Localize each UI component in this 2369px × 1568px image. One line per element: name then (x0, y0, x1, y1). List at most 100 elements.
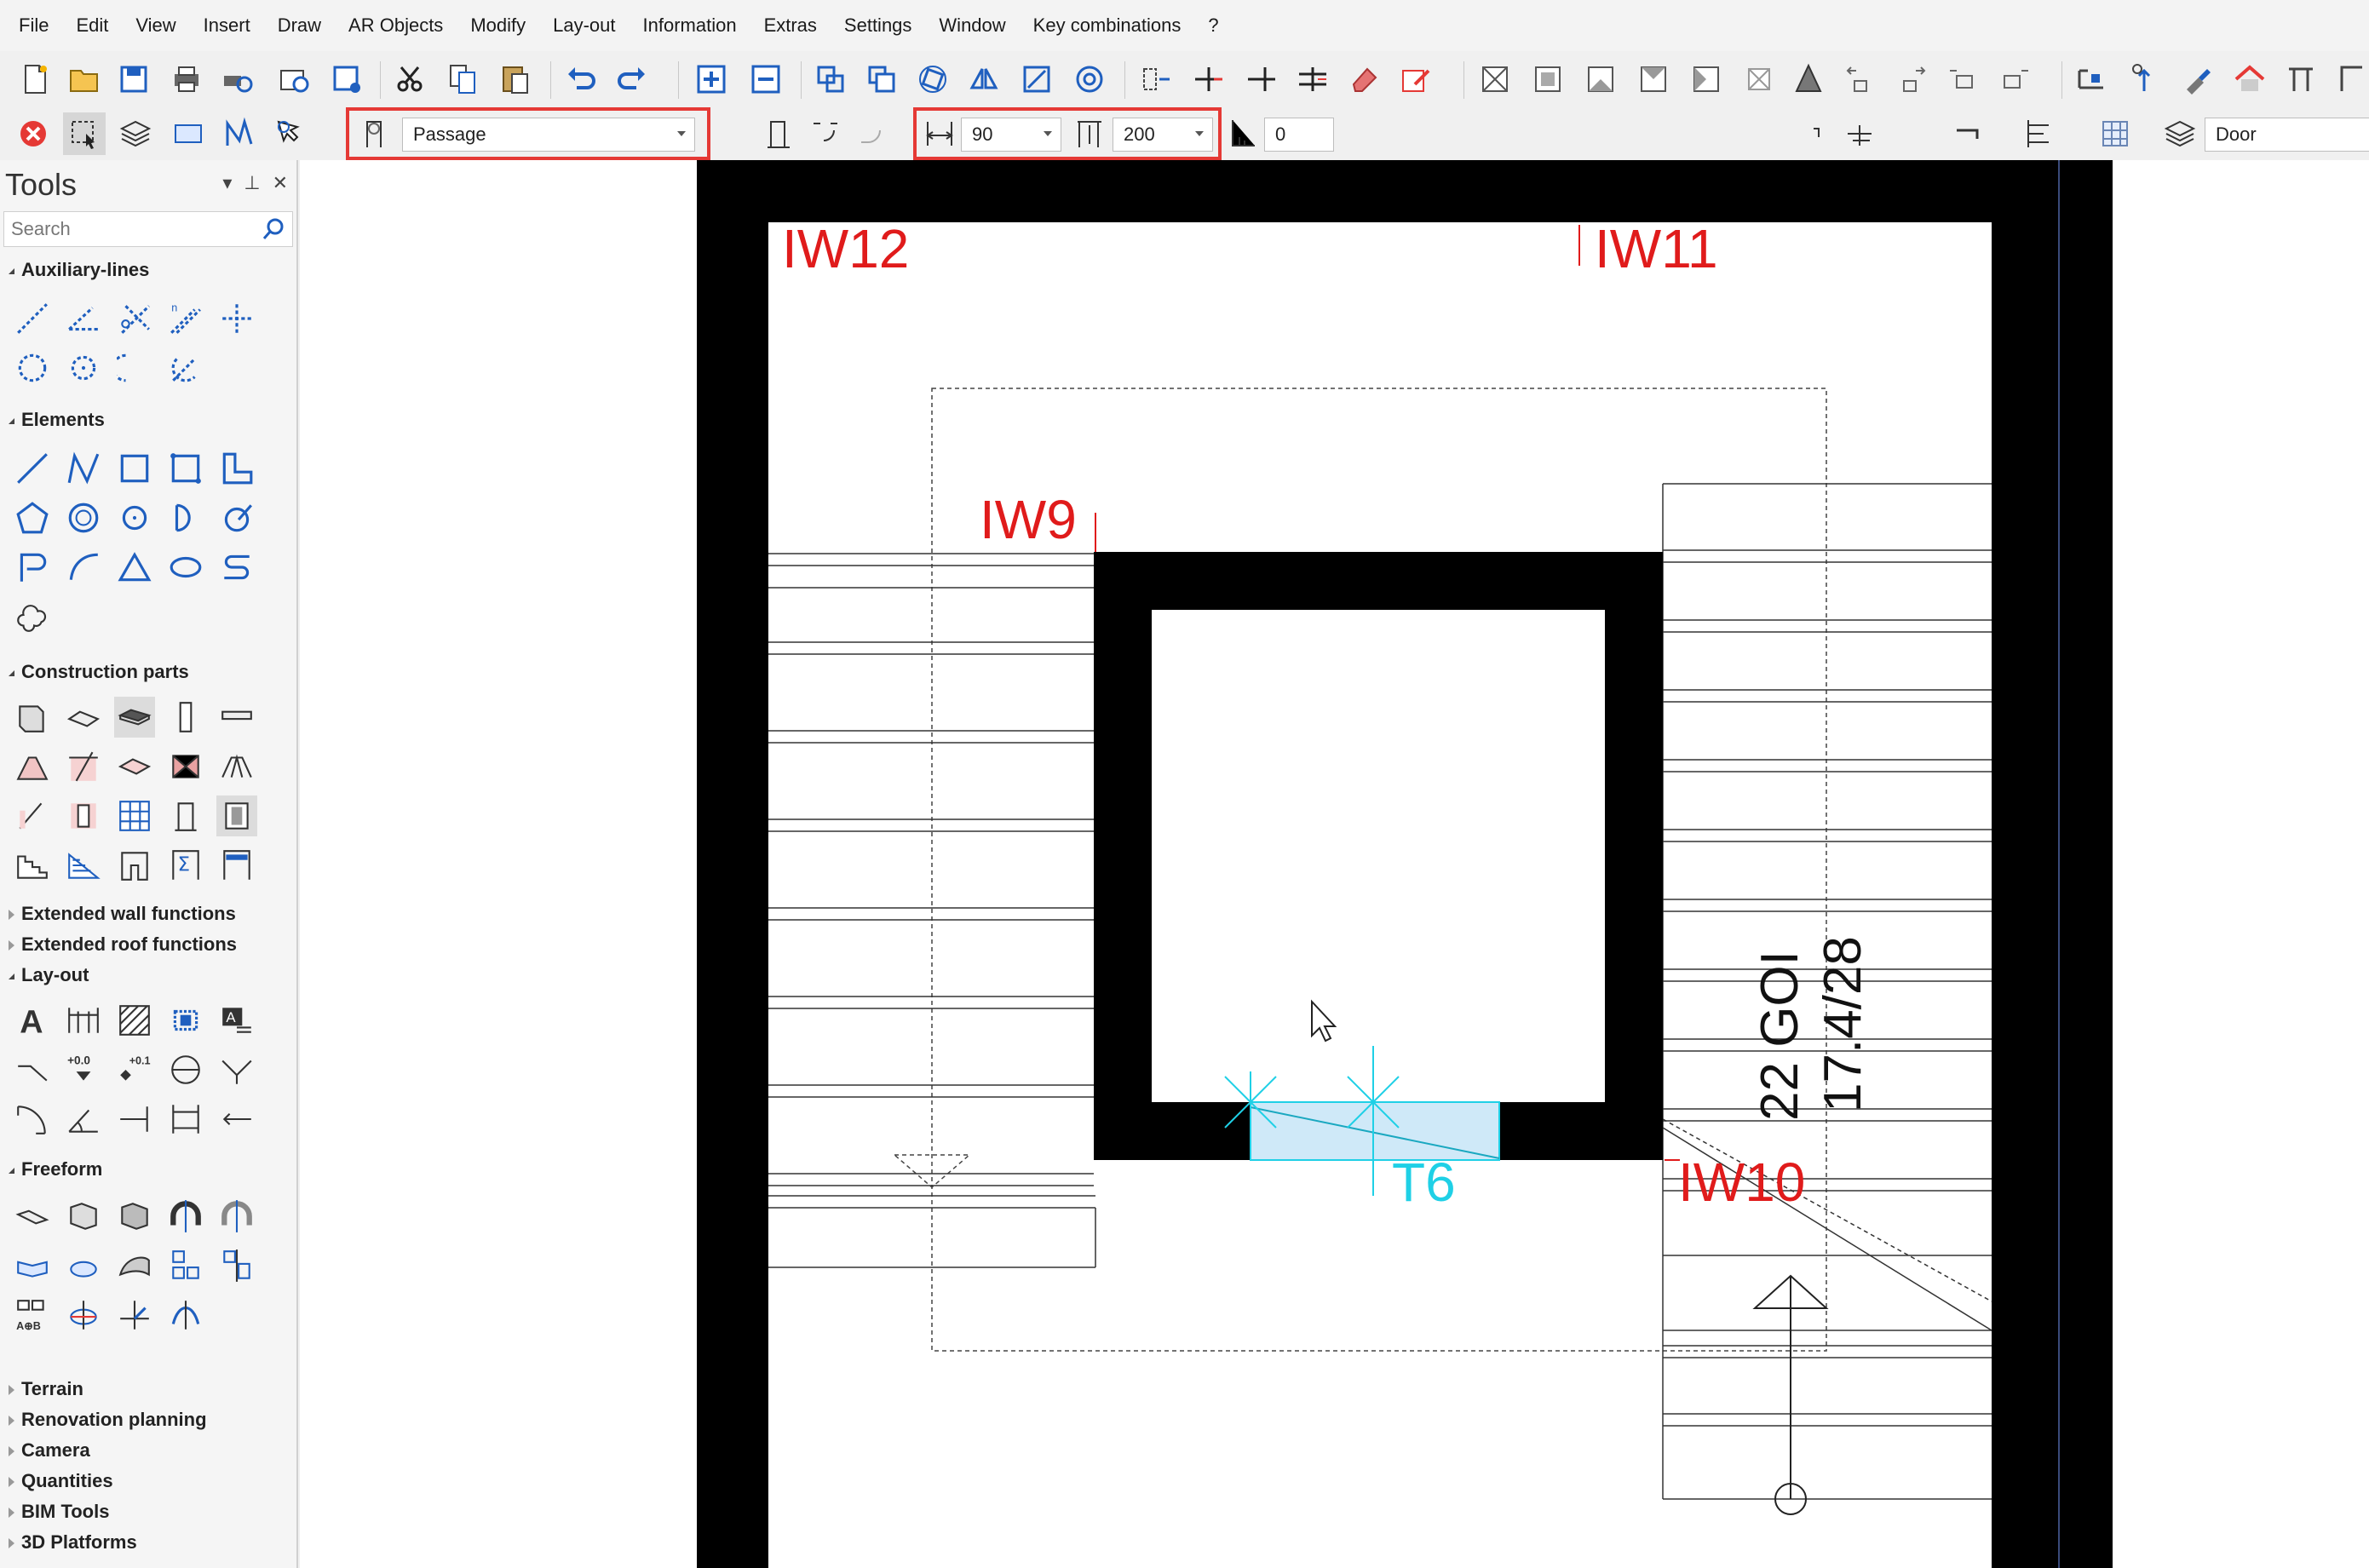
curtain-wall-icon[interactable] (114, 795, 155, 836)
freeform-extrude-icon[interactable] (12, 1196, 53, 1237)
label-iw10[interactable]: IW10 (1678, 1152, 1805, 1213)
zoom-out-icon[interactable] (746, 60, 785, 99)
sill-icon[interactable] (1840, 114, 1879, 153)
redo-icon[interactable] (612, 60, 651, 99)
freeform-curve-icon[interactable] (165, 1295, 206, 1335)
search-icon[interactable] (262, 217, 285, 252)
roof-window-icon[interactable] (114, 746, 155, 787)
stretch-icon[interactable] (1136, 60, 1176, 99)
camera-prev-icon[interactable] (1840, 60, 1879, 99)
dormer-icon[interactable] (165, 746, 206, 787)
arc-3pt-icon[interactable] (63, 547, 104, 588)
view-box-5-icon[interactable] (1687, 60, 1726, 99)
rotate-icon[interactable] (913, 60, 952, 99)
rectangle-points-icon[interactable] (165, 448, 206, 489)
edge-tool-icon[interactable] (2332, 60, 2369, 99)
aux-center-circle-icon[interactable] (63, 347, 104, 388)
freeform-surface-icon[interactable] (114, 1245, 155, 1286)
view-box-4-icon[interactable] (1634, 60, 1673, 99)
arc-dimension-icon[interactable] (12, 1099, 53, 1140)
menu-ar-objects[interactable]: AR Objects (335, 0, 457, 51)
home-icon[interactable] (2230, 60, 2269, 99)
panel-menu-icon[interactable]: ▾ (222, 172, 232, 194)
line-icon[interactable] (12, 448, 53, 489)
label-iw9[interactable]: IW9 (980, 489, 1077, 550)
wall-icon[interactable] (12, 697, 53, 738)
view-box-2-icon[interactable] (1528, 60, 1567, 99)
polygon-icon[interactable] (12, 497, 53, 538)
history-icon[interactable] (274, 60, 313, 99)
extend-icon[interactable] (1242, 60, 1281, 99)
polyline-icon[interactable] (220, 114, 259, 153)
section-terrain[interactable]: Terrain (9, 1378, 83, 1400)
floor-slab-icon[interactable] (114, 697, 155, 738)
menu-edit[interactable]: Edit (62, 0, 122, 51)
ellipse-icon[interactable] (165, 547, 206, 588)
view-box-6-icon[interactable] (1739, 60, 1779, 99)
rectangle-tool-icon[interactable] (114, 448, 155, 489)
wall-top[interactable] (697, 160, 2113, 222)
parapet-input[interactable]: 0 (1264, 118, 1334, 152)
label-t6[interactable]: T6 (1392, 1152, 1456, 1213)
menu-information[interactable]: Information (630, 0, 750, 51)
trim-icon[interactable] (1189, 60, 1228, 99)
freeform-boolean-icon[interactable] (165, 1245, 206, 1286)
new-file-icon[interactable] (15, 60, 55, 99)
select-icon[interactable] (63, 112, 106, 155)
view-box-3-icon[interactable] (1581, 60, 1620, 99)
freeform-axis-icon[interactable] (114, 1295, 155, 1335)
freeform-pipe-icon[interactable] (12, 1245, 53, 1286)
chain-dimension-icon[interactable] (165, 1099, 206, 1140)
aux-tangent-icon[interactable] (165, 347, 206, 388)
edit-properties-icon[interactable] (1397, 60, 1436, 99)
section-3d-platforms[interactable]: 3D Platforms (9, 1531, 137, 1554)
room-icon[interactable] (114, 845, 155, 886)
scale-icon[interactable] (1017, 60, 1056, 99)
eraser-icon[interactable] (1344, 60, 1383, 99)
menu-help[interactable]: ? (1194, 0, 1232, 51)
elevation-mark-icon[interactable]: +0.0 (63, 1049, 104, 1090)
video-next-icon[interactable] (1995, 60, 2034, 99)
label-stair-ratio[interactable]: 17.4/28 (1814, 936, 1872, 1112)
mirror-icon[interactable] (964, 60, 1003, 99)
text-block-icon[interactable]: A (216, 1000, 257, 1041)
stairs-icon[interactable] (12, 845, 53, 886)
section-construction-parts[interactable]: Construction parts (9, 661, 189, 683)
tools-search-input[interactable]: Search (3, 211, 293, 247)
freeform-solid-icon[interactable] (114, 1196, 155, 1237)
drawing-canvas[interactable]: IW12 IW11 IW9 IW10 T6 22 GOI 17.4/28 (300, 160, 2369, 1568)
hatch-icon[interactable] (114, 1000, 155, 1041)
dimension-tool-icon[interactable] (2072, 60, 2111, 99)
view-box-1-icon[interactable] (1475, 60, 1515, 99)
cut-icon[interactable] (390, 60, 429, 99)
aux-angle-icon[interactable] (63, 298, 104, 339)
door-icon[interactable] (165, 795, 206, 836)
freeform-torus-icon[interactable] (216, 1196, 257, 1237)
opening-icon[interactable] (216, 795, 257, 836)
floor-plan[interactable]: IW12 IW11 IW9 IW10 T6 22 GOI 17.4/28 (300, 160, 2369, 1568)
aux-circle-icon[interactable] (12, 347, 53, 388)
core-wall-top[interactable] (1094, 552, 1663, 610)
section-auxiliary-lines[interactable]: Auxiliary-lines (9, 259, 149, 281)
core-wall-right[interactable] (1605, 552, 1663, 1160)
area-floor-icon[interactable] (216, 845, 257, 886)
label-stair-count[interactable]: 22 GOI (1751, 951, 1809, 1121)
circle-dimension-icon[interactable] (165, 1049, 206, 1090)
slab-icon[interactable] (63, 697, 104, 738)
section-layout[interactable]: Lay-out (9, 964, 89, 986)
menu-insert[interactable]: Insert (190, 0, 264, 51)
freeform-section-icon[interactable] (63, 1295, 104, 1335)
arc-circle-icon[interactable] (165, 497, 206, 538)
section-freeform[interactable]: Freeform (9, 1158, 102, 1180)
print-icon[interactable] (167, 60, 206, 99)
aux-parallel-icon[interactable]: n (165, 298, 206, 339)
camera-next-icon[interactable] (1893, 60, 1932, 99)
column-tool-icon[interactable] (165, 697, 206, 738)
area-sum-icon[interactable]: Σ (165, 845, 206, 886)
wall-left[interactable] (697, 160, 768, 1568)
perspective-icon[interactable] (1789, 60, 1828, 99)
l-shape-icon[interactable] (216, 448, 257, 489)
section-bim-tools[interactable]: BIM Tools (9, 1501, 109, 1523)
aux-cross-icon[interactable] (216, 298, 257, 339)
menu-draw[interactable]: Draw (264, 0, 335, 51)
